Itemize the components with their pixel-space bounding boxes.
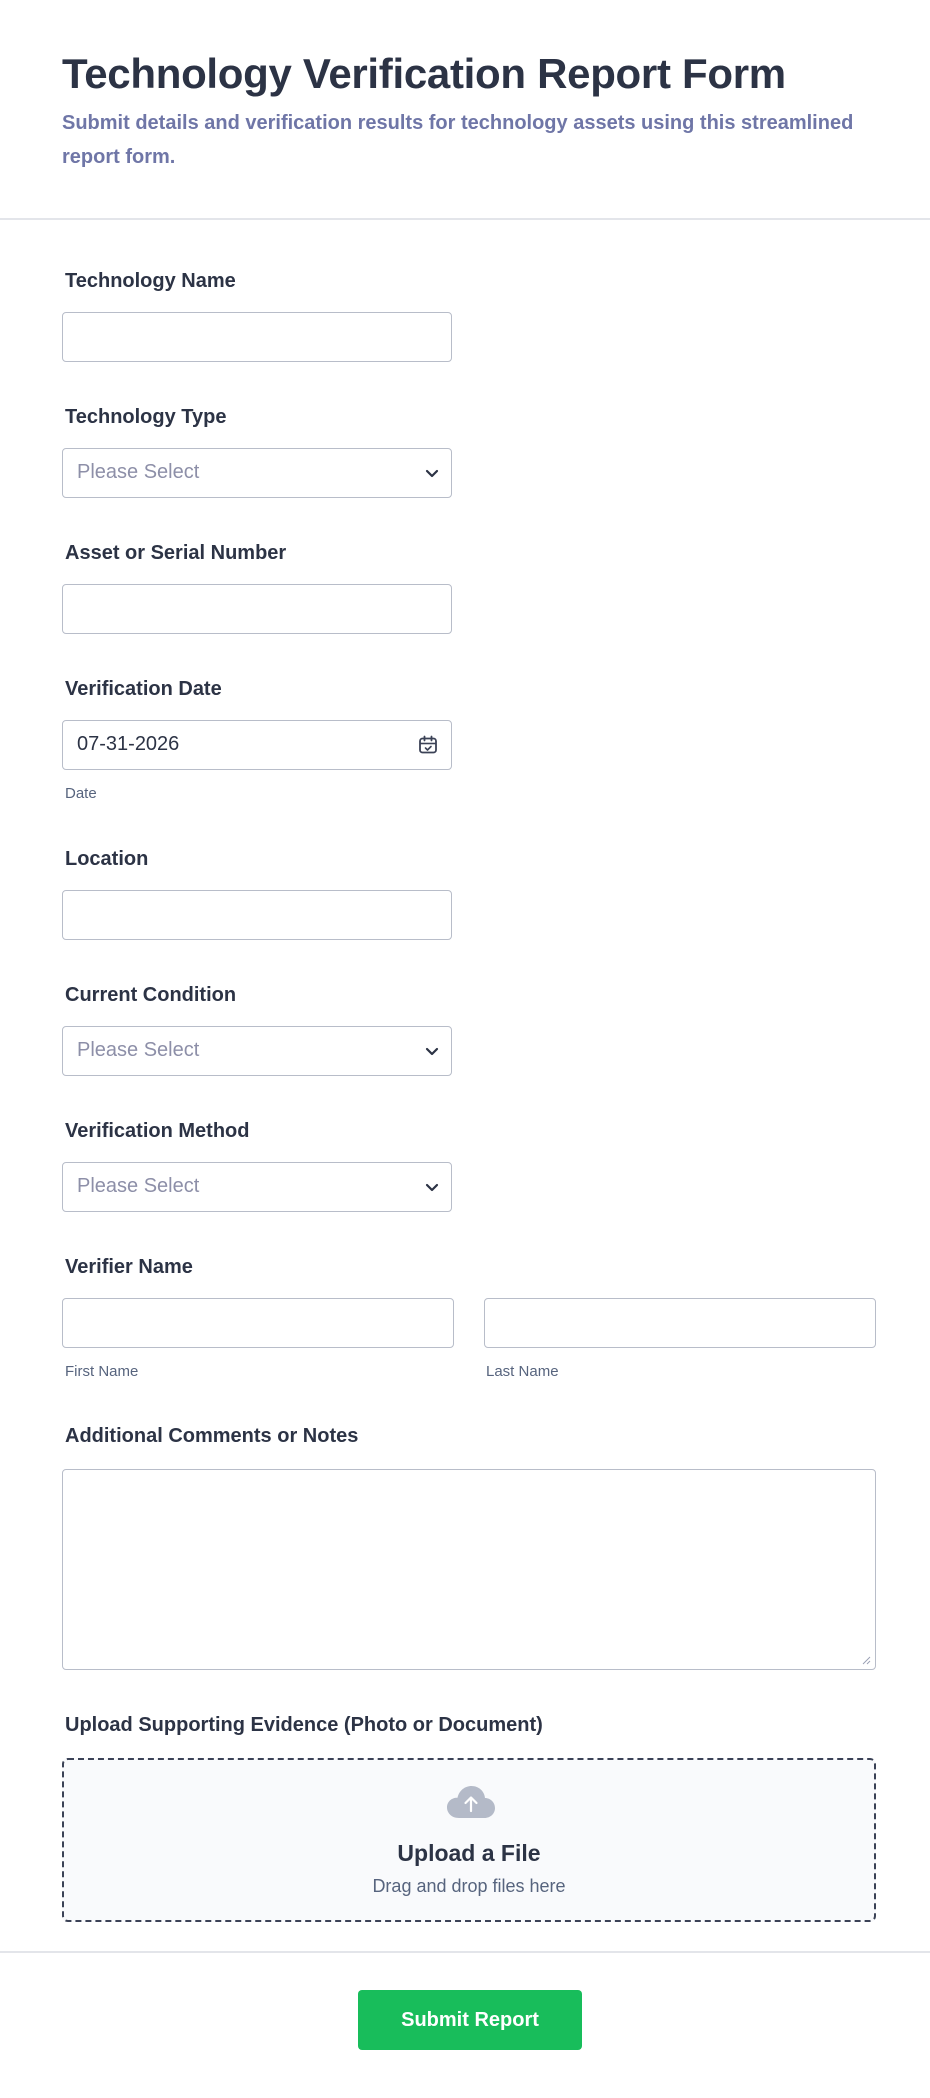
cloud-upload-icon	[447, 1786, 495, 1818]
technology-name-input[interactable]	[62, 312, 452, 362]
chevron-down-icon	[425, 1047, 439, 1056]
current-condition-label: Current Condition	[65, 984, 237, 1006]
verifier-first-name-input[interactable]	[62, 1298, 454, 1348]
first-name-sublabel: First Name	[65, 1363, 139, 1380]
last-name-sublabel: Last Name	[486, 1363, 559, 1380]
chevron-down-icon	[425, 469, 439, 478]
upload-title: Upload a File	[397, 1840, 541, 1866]
form-header: Technology Verification Report Form Subm…	[0, 0, 930, 220]
verification-date-sublabel: Date	[65, 785, 97, 802]
asset-serial-input[interactable]	[62, 584, 452, 634]
comments-textarea[interactable]	[62, 1469, 876, 1670]
technology-type-label: Technology Type	[65, 406, 227, 428]
technology-type-select[interactable]: Please Select	[62, 448, 452, 498]
verification-method-select[interactable]: Please Select	[62, 1162, 452, 1212]
resize-handle-icon[interactable]	[861, 1655, 871, 1665]
verification-method-label: Verification Method	[65, 1120, 250, 1142]
verifier-last-name-input[interactable]	[484, 1298, 876, 1348]
upload-label: Upload Supporting Evidence (Photo or Doc…	[65, 1714, 543, 1736]
calendar-icon[interactable]	[417, 734, 439, 756]
current-condition-placeholder: Please Select	[77, 1039, 200, 1061]
technology-name-label: Technology Name	[65, 270, 236, 292]
comments-label: Additional Comments or Notes	[65, 1425, 359, 1447]
verification-date-value: 07-31-2026	[77, 733, 180, 755]
verification-date-input[interactable]: 07-31-2026	[62, 720, 452, 770]
upload-subtitle: Drag and drop files here	[372, 1876, 566, 1896]
page-subtitle: Submit details and verification results …	[62, 112, 854, 168]
current-condition-select[interactable]: Please Select	[62, 1026, 452, 1076]
submit-report-button[interactable]: Submit Report	[358, 1990, 582, 2050]
asset-serial-label: Asset or Serial Number	[65, 542, 287, 564]
footer-divider	[0, 1951, 930, 1953]
location-input[interactable]	[62, 890, 452, 940]
verification-method-placeholder: Please Select	[77, 1175, 200, 1197]
verifier-name-label: Verifier Name	[65, 1256, 193, 1278]
chevron-down-icon	[425, 1183, 439, 1192]
page-title: Technology Verification Report Form	[62, 50, 786, 97]
file-upload-dropzone[interactable]: Upload a File Drag and drop files here	[62, 1758, 876, 1922]
technology-type-placeholder: Please Select	[77, 461, 200, 483]
location-label: Location	[65, 848, 149, 870]
verification-date-label: Verification Date	[65, 678, 222, 700]
